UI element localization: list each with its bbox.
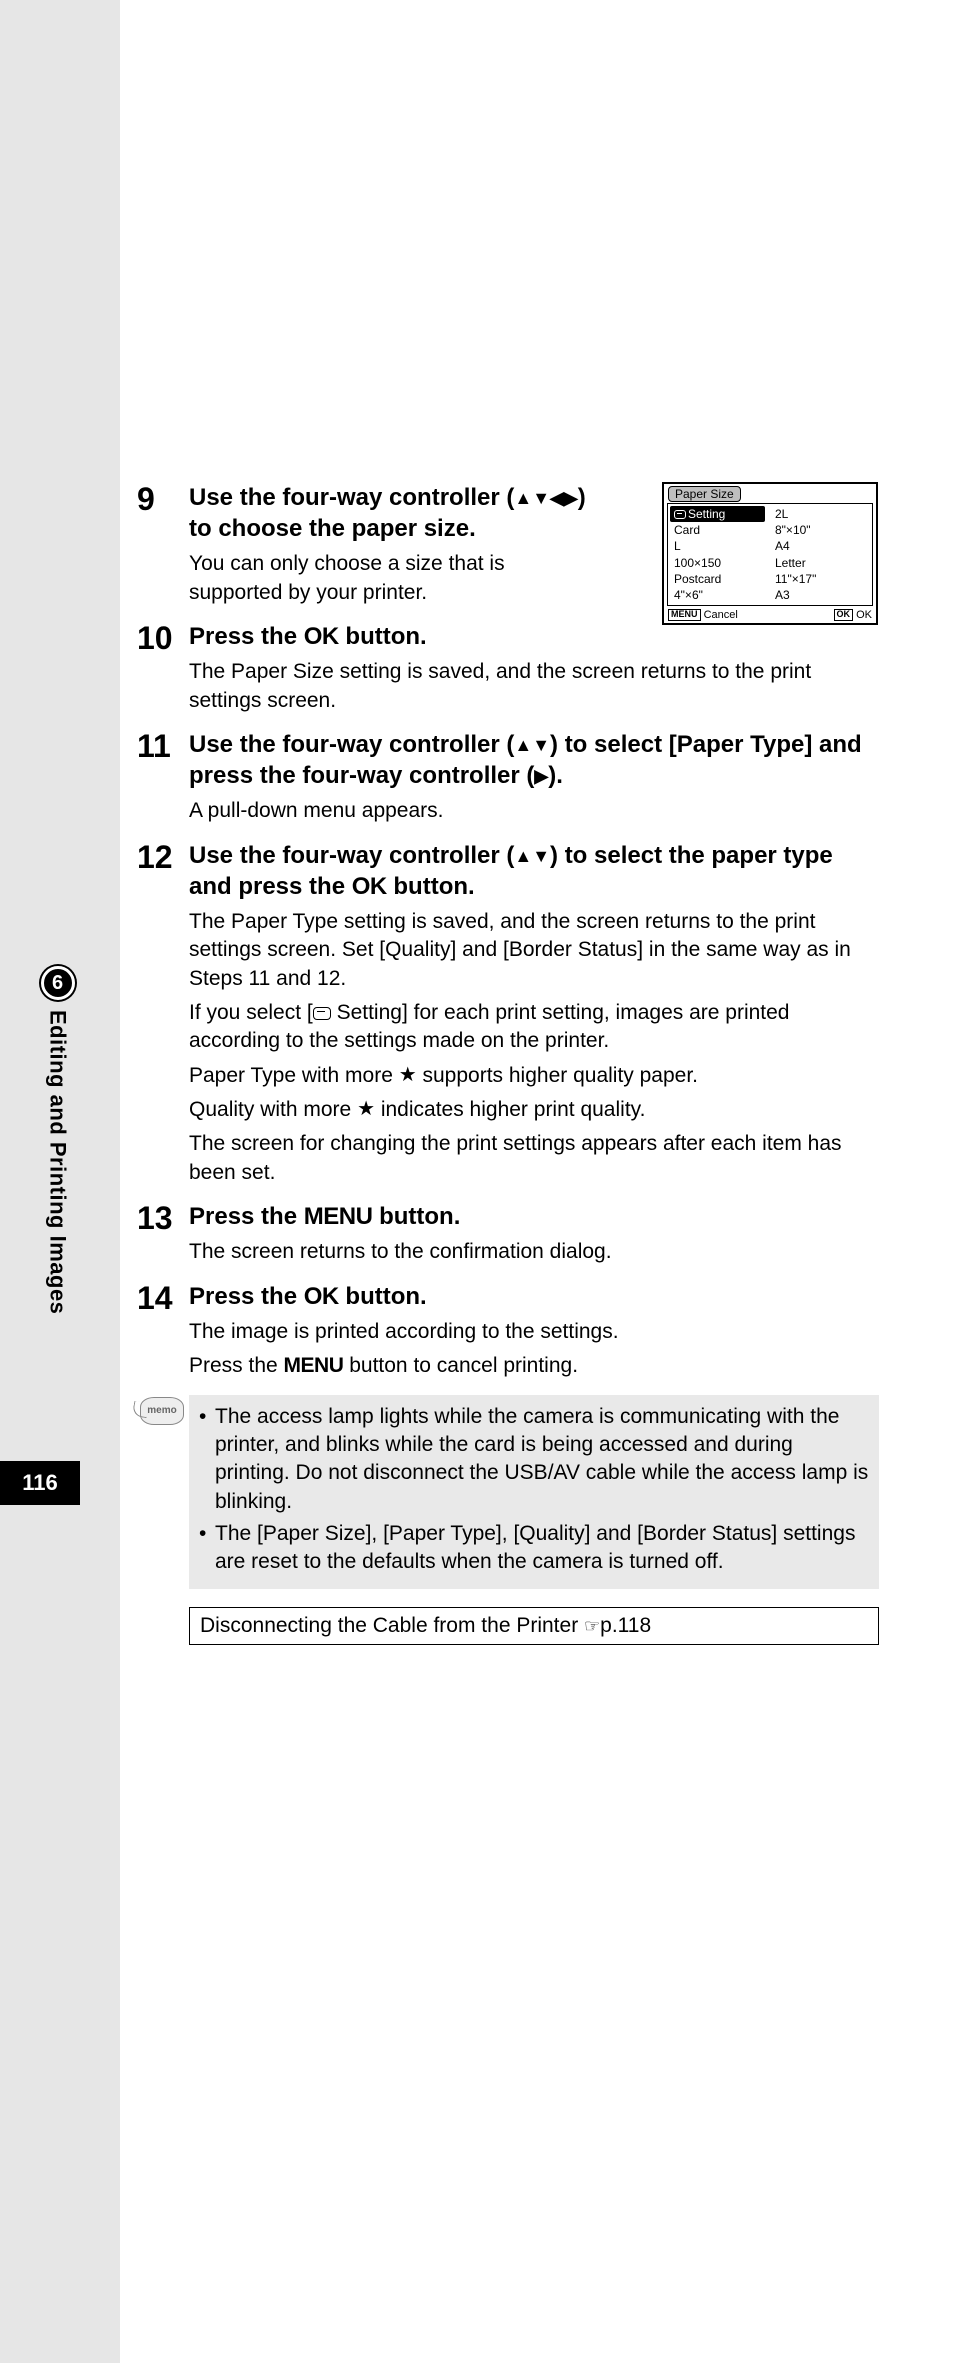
ok-label: OK	[304, 1283, 339, 1310]
step-title: Use the four-way controller (▲▼) to sele…	[189, 840, 879, 902]
step-9: 9 Use the four-way controller (▲▼◀▶) to …	[135, 482, 879, 615]
step-number: 13	[135, 1201, 189, 1236]
step-11: 11 Use the four-way controller (▲▼) to s…	[135, 729, 879, 834]
star-icon: ★	[357, 1098, 375, 1120]
step-14: 14 Press the OK button. The image is pri…	[135, 1281, 879, 1389]
step-number: 14	[135, 1281, 189, 1316]
arrow-icons: ▲▼	[514, 846, 550, 866]
menu-label: MENU	[304, 1203, 373, 1230]
step-title: Press the OK button.	[189, 1281, 879, 1312]
memo-item: The access lamp lights while the camera …	[215, 1403, 869, 1516]
step-description: The image is printed according to the se…	[189, 1318, 879, 1346]
arrow-icon: ▶	[534, 766, 548, 786]
step-description: The Paper Size setting is saved, and the…	[189, 658, 879, 715]
step-description: The screen for changing the print settin…	[189, 1130, 879, 1187]
step-number: 9	[135, 482, 189, 517]
step-number: 10	[135, 621, 189, 656]
step-description: The screen returns to the confirmation d…	[189, 1238, 879, 1266]
step-title: Press the MENU button.	[189, 1201, 879, 1232]
memo-box: The access lamp lights while the camera …	[189, 1395, 879, 1589]
star-icon: ★	[399, 1064, 417, 1086]
step-title: Use the four-way controller (▲▼◀▶) to ch…	[189, 482, 589, 544]
memo-section: memo The access lamp lights while the ca…	[135, 1395, 879, 1589]
step-description: A pull-down menu appears.	[189, 797, 879, 825]
step-description: Paper Type with more ★ supports higher q…	[189, 1062, 879, 1090]
step-description: The Paper Type setting is saved, and the…	[189, 908, 879, 993]
ok-label: OK	[352, 873, 387, 900]
step-description: Quality with more ★ indicates higher pri…	[189, 1096, 879, 1124]
memo-item: The [Paper Size], [Paper Type], [Quality…	[215, 1520, 869, 1577]
memo-icon: memo	[140, 1397, 184, 1425]
page-content: 9 Use the four-way controller (▲▼◀▶) to …	[0, 0, 954, 2363]
printer-icon	[313, 1007, 331, 1020]
pointer-icon: ☞	[584, 1616, 600, 1636]
step-title: Use the four-way controller (▲▼) to sele…	[189, 729, 879, 791]
step-title: Press the OK button.	[189, 621, 879, 652]
arrow-icons: ▲▼	[514, 735, 550, 755]
step-13: 13 Press the MENU button. The screen ret…	[135, 1201, 879, 1275]
step-number: 11	[135, 729, 189, 764]
arrow-icons: ▲▼◀▶	[514, 488, 577, 508]
step-description: Press the MENU button to cancel printing…	[189, 1352, 879, 1380]
step-description: You can only choose a size that is suppo…	[189, 550, 589, 607]
menu-label: MENU	[284, 1354, 344, 1377]
step-description: If you select [ Setting] for each print …	[189, 999, 879, 1056]
reference-box: Disconnecting the Cable from the Printer…	[189, 1607, 879, 1645]
step-12: 12 Use the four-way controller (▲▼) to s…	[135, 840, 879, 1195]
ok-label: OK	[304, 623, 339, 650]
step-10: 10 Press the OK button. The Paper Size s…	[135, 621, 879, 723]
step-number: 12	[135, 840, 189, 875]
